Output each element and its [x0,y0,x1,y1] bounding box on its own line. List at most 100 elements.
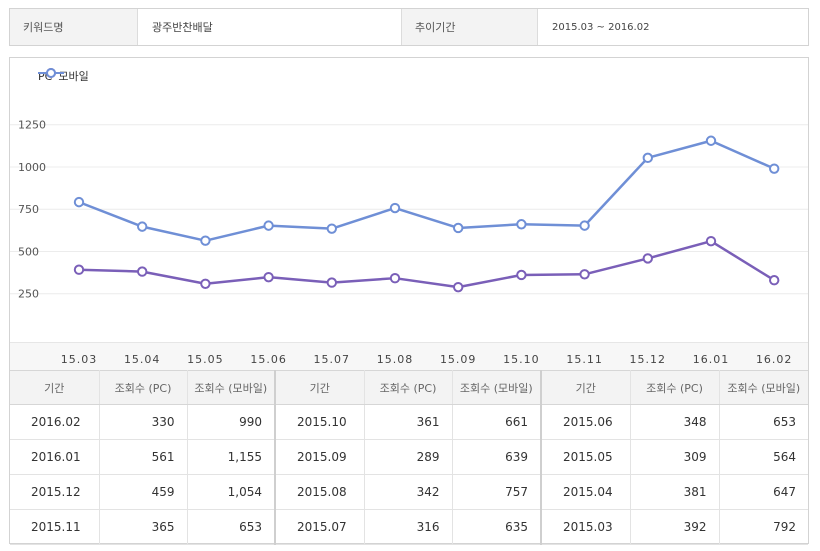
data-point-pc[interactable] [453,281,464,293]
x-tick-label: 15.10 [503,353,540,366]
cell-period: 2016.01 [10,439,100,475]
data-point-pc[interactable] [642,253,653,264]
cell-pc: 365 [99,509,188,545]
data-point-mobile[interactable] [326,223,337,234]
cell-period: 2016.02 [10,404,100,440]
trend-chart: 250 500 750 1000 1250 15.03 15.04 15.05 15.06 15.… [10,58,808,370]
data-point-pc[interactable] [263,271,274,283]
cell-period: 2015.03 [541,509,631,545]
x-tick-label: 15.03 [61,353,98,366]
table-row: 2016.02 330 990 2015.10 361 661 2015.06 … [10,404,808,440]
x-tick-label: 16.01 [693,353,730,366]
cell-pc: 316 [364,509,453,545]
cell-period: 2015.10 [275,404,365,440]
table-row: 2015.11 365 653 2015.07 316 635 2015.03 … [10,509,808,545]
col-header-mobile: 조회수 (모바일) [452,370,542,405]
cell-mobile: 792 [719,509,808,545]
cell-period: 2015.09 [275,439,365,475]
data-point-mobile[interactable] [263,220,274,231]
chart-canvas: 250 500 750 1000 1250 15.03 15.04 15.05 15.06 15.… [10,119,808,366]
keyword-info-bar: 키워드명 광주반찬배달 추이기간 2015.03 ~ 2016.02 [9,8,809,46]
cell-pc: 342 [364,474,453,510]
col-header-mobile: 조회수 (모바일) [187,370,276,405]
data-point-mobile[interactable] [769,163,780,174]
cell-pc: 381 [630,474,720,510]
data-point-pc[interactable] [137,266,148,277]
x-tick-label: 15.12 [630,353,667,366]
cell-pc: 330 [99,404,188,440]
data-point-mobile[interactable] [579,220,590,231]
data-point-mobile[interactable] [389,202,401,214]
cell-mobile: 639 [452,439,542,475]
cell-pc: 459 [99,474,188,510]
y-tick-label: 500 [18,245,39,258]
x-tick-label: 15.06 [250,353,287,366]
cell-mobile: 1,155 [187,439,276,475]
data-point-pc[interactable] [73,264,85,275]
cell-pc: 289 [364,439,453,475]
cell-pc: 309 [630,439,720,475]
cell-period: 2015.11 [10,509,100,545]
chart-legend: PC 모바일 [38,68,91,84]
series-line-pc [78,239,775,289]
data-point-pc[interactable] [579,269,590,280]
keyword-value: 광주반찬배달 [138,9,402,45]
data-table: 기간 조회수 (PC) 조회수 (모바일) 기간 조회수 (PC) 조회수 (모… [10,370,808,545]
data-point-pc[interactable] [326,277,337,288]
cell-mobile: 653 [187,509,276,545]
trend-panel: 250 500 750 1000 1250 15.03 15.04 15.05 15.06 15.… [9,57,809,545]
cell-period: 2015.04 [541,474,631,510]
x-tick-label: 15.05 [187,353,224,366]
cell-mobile: 653 [719,404,808,440]
x-tick-label: 15.09 [440,353,477,366]
cell-mobile: 990 [187,404,276,440]
cell-mobile: 757 [452,474,542,510]
y-tick-label: 1000 [18,161,46,174]
cell-period: 2015.12 [10,474,100,510]
data-point-pc[interactable] [769,275,780,286]
x-tick-label: 15.08 [377,353,414,366]
data-point-pc[interactable] [200,278,211,289]
y-tick-label: 250 [18,288,39,301]
x-tick-label: 15.07 [314,353,351,366]
x-tick-label: 15.04 [124,353,161,366]
col-header-pc: 조회수 (PC) [99,370,188,405]
cell-mobile: 1,054 [187,474,276,510]
cell-period: 2015.08 [275,474,365,510]
cell-period: 2015.07 [275,509,365,545]
cell-pc: 392 [630,509,720,545]
data-point-pc[interactable] [516,269,527,281]
cell-pc: 361 [364,404,453,440]
data-point-mobile[interactable] [137,221,148,232]
cell-mobile: 661 [452,404,542,440]
x-tick-label: 16.02 [756,353,793,366]
col-header-period: 기간 [10,370,100,405]
legend-marker-mobile-icon [38,68,64,78]
cell-mobile: 635 [452,509,542,545]
col-header-mobile: 조회수 (모바일) [719,370,808,405]
col-header-pc: 조회수 (PC) [364,370,453,405]
period-label: 추이기간 [402,9,538,45]
cell-mobile: 647 [719,474,808,510]
y-tick-label: 1250 [18,119,46,132]
data-point-mobile[interactable] [705,135,717,146]
data-point-mobile[interactable] [453,222,464,234]
cell-pc: 561 [99,439,188,475]
data-point-mobile[interactable] [73,196,85,208]
cell-period: 2015.06 [541,404,631,440]
legend-item-mobile[interactable]: 모바일 [38,68,89,84]
cell-period: 2015.05 [541,439,631,475]
col-header-pc: 조회수 (PC) [630,370,720,405]
data-point-mobile[interactable] [516,219,527,230]
period-value: 2015.03 ~ 2016.02 [538,9,808,45]
data-point-pc[interactable] [705,235,717,247]
data-point-pc[interactable] [389,272,401,284]
data-point-mobile[interactable] [200,235,211,246]
cell-pc: 348 [630,404,720,440]
keyword-label: 키워드명 [10,9,138,45]
series-line-mobile [78,139,775,242]
cell-mobile: 564 [719,439,808,475]
data-point-mobile[interactable] [642,152,653,164]
col-header-period: 기간 [541,370,631,405]
x-tick-label: 15.11 [566,353,603,366]
